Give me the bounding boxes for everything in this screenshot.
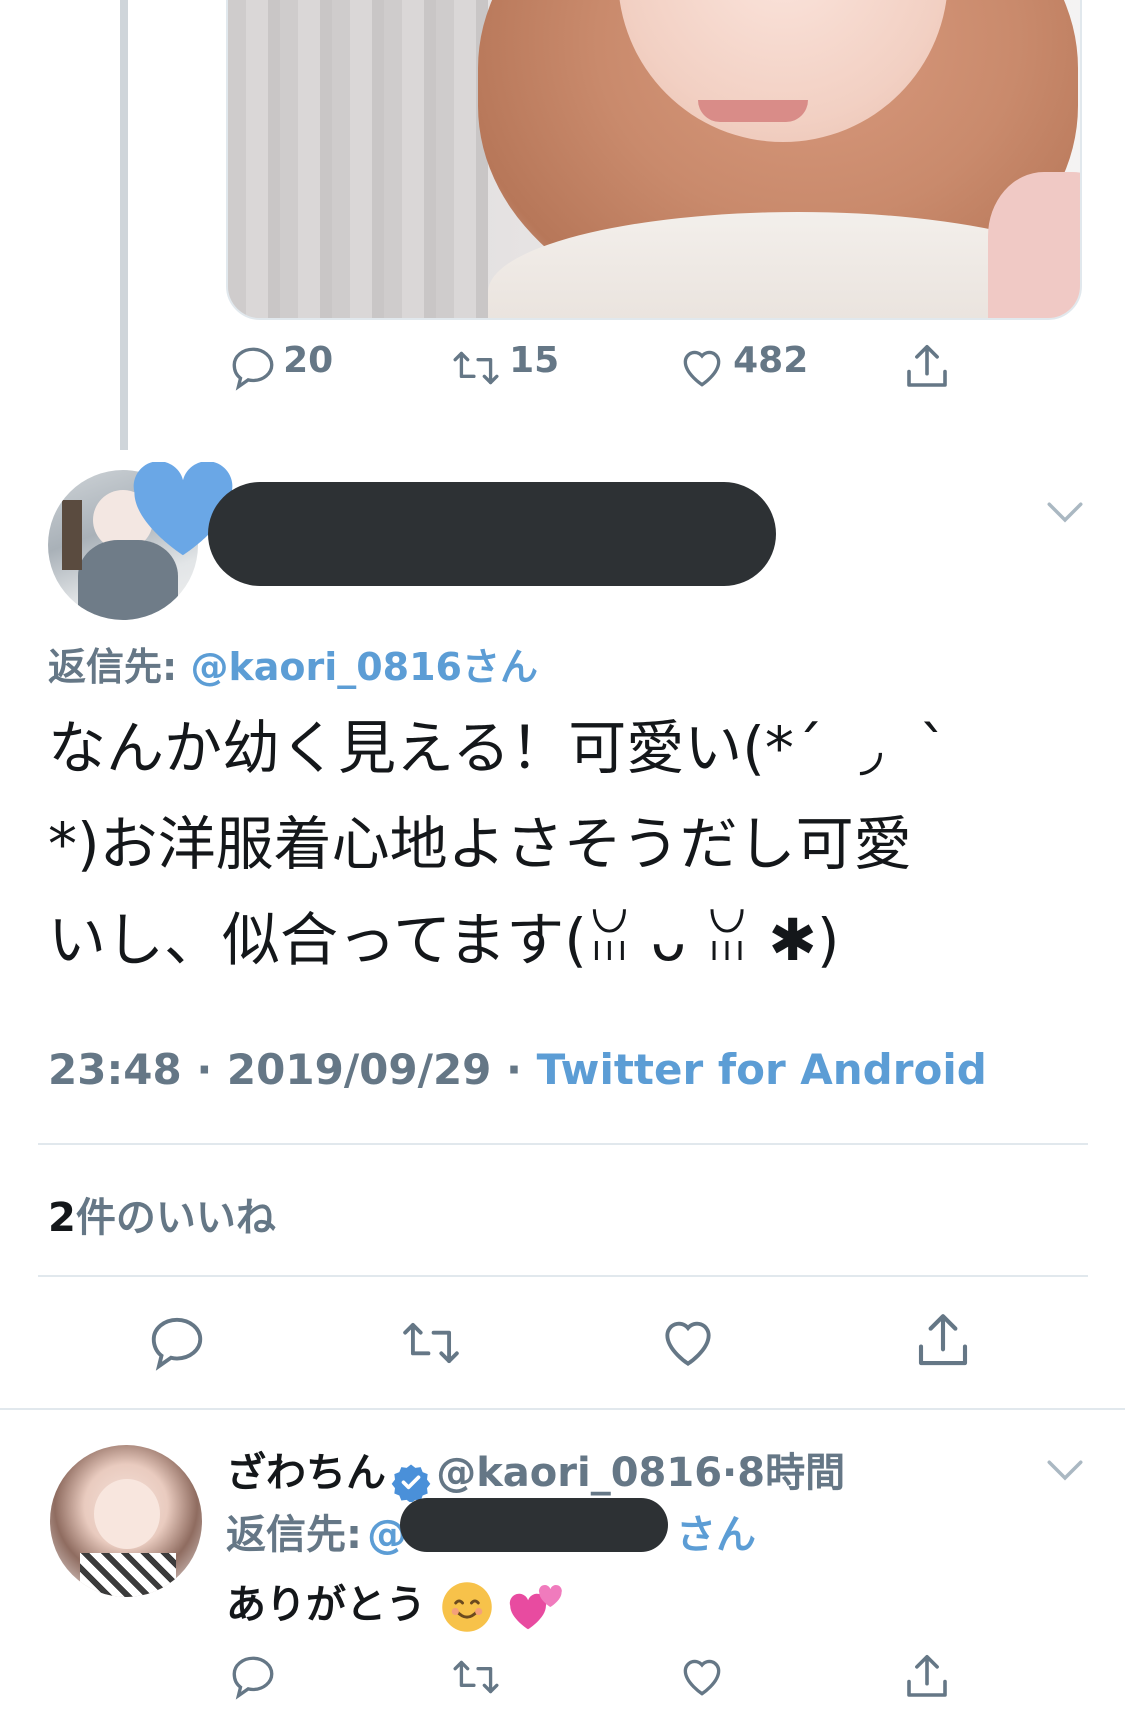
thread-line bbox=[120, 0, 128, 450]
tweet-time: 23:48 bbox=[48, 1045, 182, 1094]
redacted-handle bbox=[400, 1498, 668, 1552]
likes-count: 2 bbox=[48, 1195, 76, 1241]
heart-icon[interactable] bbox=[656, 1312, 720, 1374]
reply2-reply-to: 返信先: @ bbox=[226, 1502, 407, 1560]
divider bbox=[38, 1143, 1088, 1145]
tweet-text-line: いし、似合ってます(ꈍ ᴗ ꈍ ✱) bbox=[48, 906, 840, 974]
heart-icon[interactable] bbox=[676, 1652, 728, 1702]
tweet-text-line: なんか幼く見える！可愛い(*´ ︎ ◞ ︎ ` bbox=[48, 714, 949, 782]
retweet-action[interactable]: 15 bbox=[448, 340, 559, 393]
comment-icon[interactable] bbox=[146, 1312, 208, 1374]
retweet-icon[interactable] bbox=[448, 1652, 504, 1702]
reply-action[interactable]: 20 bbox=[228, 340, 333, 393]
separator: · bbox=[506, 1045, 522, 1094]
heart-icon bbox=[683, 350, 721, 387]
comment-icon[interactable] bbox=[228, 1652, 278, 1702]
share-icon[interactable] bbox=[910, 1308, 976, 1374]
separator: · bbox=[722, 1450, 738, 1496]
tweet-date: 2019/09/29 bbox=[226, 1045, 492, 1094]
verified-badge-icon bbox=[391, 1464, 431, 1503]
share-icon[interactable] bbox=[900, 1650, 954, 1704]
chevron-down-icon[interactable] bbox=[1044, 1456, 1086, 1486]
reply-to-handle[interactable]: @kaori_0816さん bbox=[190, 645, 538, 689]
reply-to-label: 返信先: bbox=[226, 1512, 362, 1558]
retweet-icon[interactable] bbox=[396, 1312, 466, 1374]
retweet-count: 15 bbox=[509, 340, 560, 381]
reply2-text: ありがとう bbox=[226, 1572, 566, 1634]
reply2-header: ざわちん @kaori_0816·8時間 bbox=[226, 1440, 846, 1503]
display-name[interactable]: ざわちん bbox=[226, 1450, 386, 1496]
reply-to-label: 返信先: bbox=[48, 645, 178, 689]
reply-count: 20 bbox=[283, 340, 334, 381]
timestamp: 8時間 bbox=[737, 1450, 846, 1496]
retweet-icon bbox=[453, 351, 499, 384]
chevron-down-icon[interactable] bbox=[1044, 498, 1086, 528]
like-count: 482 bbox=[733, 340, 809, 381]
divider bbox=[38, 1275, 1088, 1277]
smile-emoji bbox=[442, 1582, 492, 1632]
tweet-meta: 23:48 · 2019/09/29 · Twitter for Android bbox=[48, 1045, 987, 1094]
redacted-username bbox=[208, 482, 776, 586]
avatar[interactable] bbox=[50, 1445, 202, 1597]
tweet-text-line: *)お洋服着心地よさそうだし可愛 bbox=[48, 810, 912, 878]
reply-to-suffix[interactable]: さん bbox=[676, 1502, 756, 1560]
handle[interactable]: @kaori_0816 bbox=[436, 1450, 722, 1496]
share-action[interactable] bbox=[900, 340, 954, 398]
share-icon bbox=[907, 344, 947, 387]
divider bbox=[0, 1408, 1125, 1410]
separator: · bbox=[196, 1045, 213, 1094]
tweet-source[interactable]: Twitter for Android bbox=[537, 1045, 987, 1094]
likes-label: 件のいいね bbox=[75, 1195, 276, 1241]
like-action[interactable]: 482 bbox=[676, 340, 808, 393]
tweet-photo[interactable] bbox=[226, 0, 1082, 320]
likes-summary[interactable]: 2件のいいね bbox=[48, 1185, 276, 1243]
tweet-text: なんか幼く見える！可愛い(*´ ︎ ◞ ︎ ` *)お洋服着心地よさそうだし可愛… bbox=[48, 700, 1038, 988]
comment-icon bbox=[232, 347, 274, 391]
reply2-text-content: ありがとう bbox=[226, 1582, 426, 1628]
reply-to-line: 返信先: @kaori_0816さん bbox=[48, 636, 538, 691]
two-hearts-emoji bbox=[509, 1585, 562, 1630]
